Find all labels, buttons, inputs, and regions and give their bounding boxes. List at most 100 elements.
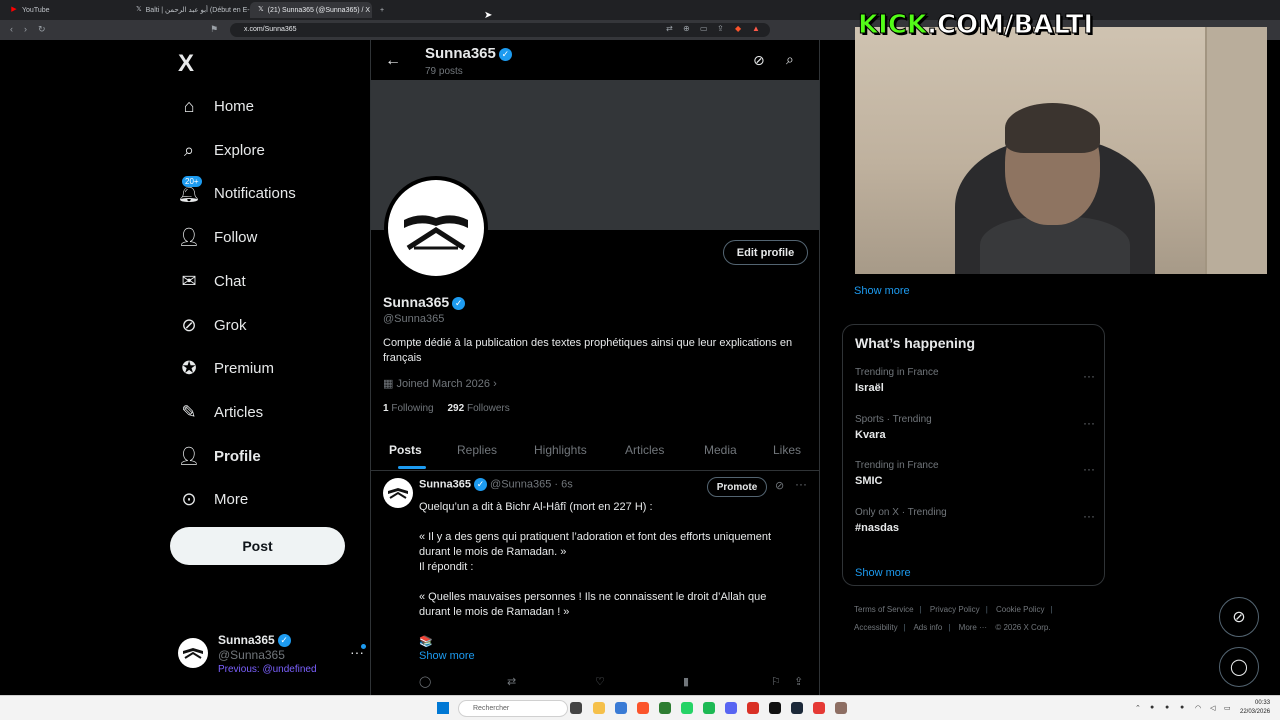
forward-arrow-icon[interactable]: ›	[24, 24, 27, 34]
footer-link[interactable]: More ···	[959, 623, 987, 632]
brave-rewards-icon[interactable]: ▲	[752, 24, 760, 33]
x-logo-icon[interactable]: X	[178, 50, 194, 78]
task-view-icon[interactable]	[570, 702, 582, 714]
whatsapp-icon[interactable]	[681, 702, 693, 714]
share-icon[interactable]: ⇪	[717, 24, 724, 33]
back-arrow-icon[interactable]: ←	[385, 52, 401, 70]
volume-icon[interactable]: ◁	[1210, 704, 1215, 712]
nav-item-follow[interactable]: 👤︎ Follow	[178, 222, 258, 252]
more-dots-icon[interactable]: ···	[1083, 416, 1095, 430]
nav-item-notifications[interactable]: 🔔︎ 20+ Notifications	[178, 176, 296, 208]
analytics-icon[interactable]: ▮	[683, 675, 689, 688]
tab-posts[interactable]: Posts	[389, 443, 422, 457]
brave-shield-icon[interactable]: ◆	[735, 24, 741, 33]
reload-icon[interactable]: ↻	[38, 24, 46, 35]
footer-link[interactable]: Accessibility	[854, 623, 898, 632]
notion-icon[interactable]	[769, 702, 781, 714]
calendar-icon: ▦	[383, 378, 394, 390]
translate-icon[interactable]: ⇄	[666, 24, 673, 33]
share-icon[interactable]: ⇪	[794, 675, 803, 688]
promote-button[interactable]: Promote	[707, 477, 767, 497]
trend-item[interactable]: Trending in France Israël ···	[855, 367, 1095, 407]
show-more-link[interactable]: Show more	[854, 285, 910, 297]
nav-item-profile[interactable]: 👤︎ Profile	[178, 441, 261, 471]
nav-item-articles[interactable]: ✎ Articles	[178, 397, 263, 427]
back-arrow-icon[interactable]: ‹	[10, 24, 13, 34]
like-icon[interactable]: ♡	[595, 675, 605, 688]
tweet[interactable]: Sunna365 ✓ @Sunna365 · 6s Promote ⊘ ··· Q…	[371, 472, 819, 695]
zoom-icon[interactable]: ⊕	[683, 24, 690, 33]
following-link[interactable]: 1 Following	[383, 403, 434, 414]
nav-item-grok[interactable]: ⊘ Grok	[178, 310, 246, 340]
footer-link[interactable]: Cookie Policy	[996, 605, 1044, 614]
nav-item-explore[interactable]: ⌕ Explore	[178, 135, 265, 165]
taskbar-search-input[interactable]: Rechercher	[458, 700, 568, 717]
show-more-link[interactable]: Show more	[855, 567, 911, 579]
joined-date[interactable]: ▦ Joined March 2026 ›	[383, 377, 497, 390]
tray-app-icon[interactable]: ●	[1165, 704, 1169, 711]
profile-avatar[interactable]	[384, 176, 488, 280]
more-dots-icon[interactable]: ···	[1083, 462, 1095, 476]
followers-link[interactable]: 292 Followers	[448, 403, 510, 414]
spotify-icon[interactable]	[703, 702, 715, 714]
avatar[interactable]	[383, 478, 413, 508]
app-icon[interactable]	[659, 702, 671, 714]
tab-youtube[interactable]: ▶ YouTube	[2, 2, 130, 18]
tab-replies[interactable]: Replies	[457, 443, 497, 457]
nav-item-premium[interactable]: ✪ Premium	[178, 353, 274, 383]
bookmark-icon[interactable]: ⚐	[771, 675, 781, 688]
tray-chevron-icon[interactable]: ⌃	[1135, 704, 1141, 712]
bookmark-icon[interactable]: ⚑	[210, 24, 218, 35]
tab-balti[interactable]: 𝕏 Balti | أبو عبد الرحمن (Début en E-COM	[128, 2, 250, 18]
brave-icon[interactable]	[637, 702, 649, 714]
grok-fab-button[interactable]: ⊘	[1219, 597, 1259, 637]
trend-item[interactable]: Sports · Trending Kvara ···	[855, 414, 1095, 454]
show-more-link[interactable]: Show more	[419, 650, 475, 662]
file-explorer-icon[interactable]	[593, 702, 605, 714]
tweet-author[interactable]: Sunna365	[419, 478, 471, 490]
reply-icon[interactable]: ◯	[419, 675, 431, 688]
wifi-icon[interactable]: ◠	[1195, 704, 1201, 712]
kick-overlay-text: KICK.COM/BALTI	[857, 10, 1094, 41]
store-icon[interactable]	[615, 702, 627, 714]
battery-icon[interactable]: ▭	[1224, 704, 1231, 712]
more-dots-icon[interactable]: ···	[795, 477, 807, 491]
app-icon[interactable]	[813, 702, 825, 714]
app-icon[interactable]	[747, 702, 759, 714]
tab-media[interactable]: Media	[704, 443, 737, 457]
tab-highlights[interactable]: Highlights	[534, 443, 587, 457]
nav-item-more[interactable]: ⊙ More	[178, 484, 248, 514]
taskbar-clock[interactable]: 00:33 22/03/2026	[1240, 699, 1270, 717]
search-icon[interactable]: ⌕	[786, 51, 794, 68]
account-switcher[interactable]: Sunna365 ✓ @Sunna365 Previous: @undefined…	[178, 630, 366, 680]
nav-item-home[interactable]: ⌂ Home	[178, 91, 254, 121]
tab-articles[interactable]: Articles	[625, 443, 664, 457]
tray-app-icon[interactable]: ●	[1180, 704, 1184, 711]
windows-start-icon[interactable]	[437, 702, 449, 714]
chat-fab-button[interactable]: ◯	[1219, 647, 1259, 687]
whats-happening-panel: What’s happening Trending in France Isra…	[842, 324, 1105, 586]
footer-link[interactable]: Ads info	[913, 623, 942, 632]
tray-app-icon[interactable]: ●	[1150, 704, 1154, 711]
post-button[interactable]: Post	[170, 527, 345, 565]
avatar	[178, 638, 208, 668]
app-icon[interactable]	[835, 702, 847, 714]
more-dots-icon[interactable]: ···	[1083, 369, 1095, 383]
grok-icon[interactable]: ⊘	[753, 52, 765, 69]
discord-icon[interactable]	[725, 702, 737, 714]
x-icon: 𝕏	[136, 6, 142, 13]
new-tab-button[interactable]: +	[372, 2, 392, 18]
trend-item[interactable]: Only on X · Trending #nasdas ···	[855, 507, 1095, 547]
nav-item-chat[interactable]: ✉ Chat	[178, 266, 245, 296]
grok-icon[interactable]: ⊘	[775, 479, 784, 492]
screenshot-icon[interactable]: ▭	[700, 24, 708, 33]
footer-link[interactable]: Terms of Service	[854, 605, 914, 614]
edit-profile-button[interactable]: Edit profile	[723, 240, 808, 265]
more-dots-icon[interactable]: ···	[1083, 509, 1095, 523]
retweet-icon[interactable]: ⇄	[507, 675, 516, 688]
steam-icon[interactable]	[791, 702, 803, 714]
tab-sunna365[interactable]: 𝕏 (21) Sunna365 (@Sunna365) / X ✕	[250, 2, 372, 18]
tab-likes[interactable]: Likes	[773, 443, 801, 457]
trend-item[interactable]: Trending in France SMIC ···	[855, 460, 1095, 500]
footer-link[interactable]: Privacy Policy	[930, 605, 980, 614]
